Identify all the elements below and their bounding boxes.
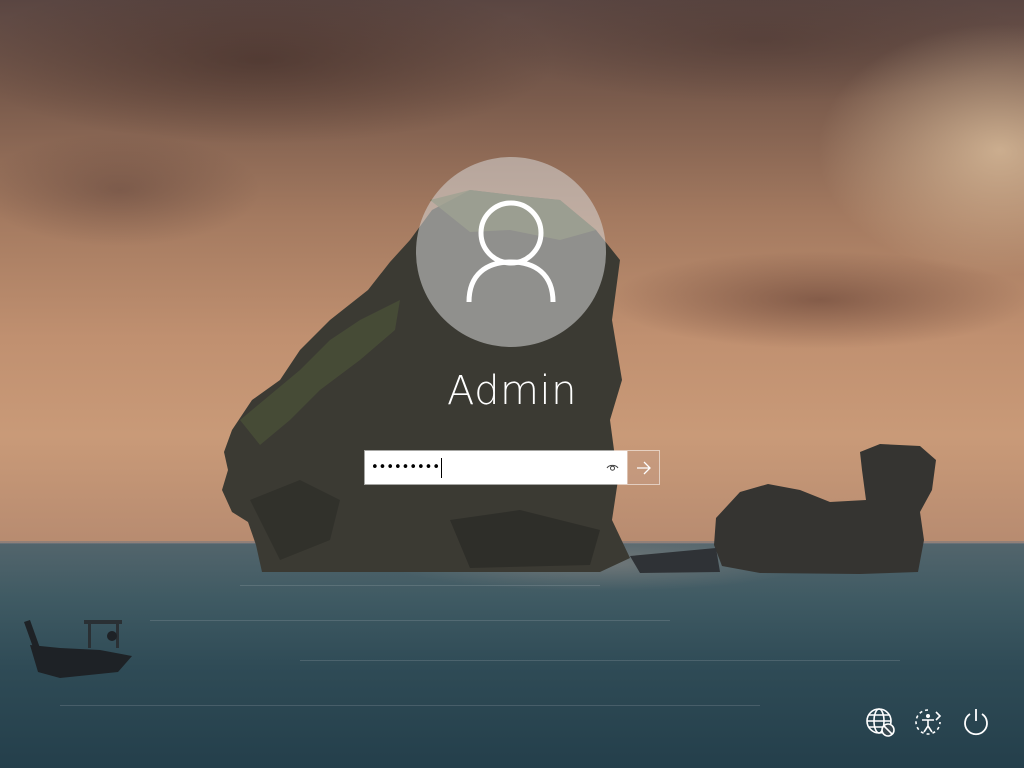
power-icon	[964, 709, 988, 736]
username-label: Admin	[447, 368, 577, 414]
accessibility-icon	[915, 709, 942, 735]
password-input[interactable]: •••••••••	[365, 451, 628, 484]
password-value: •••••••••	[371, 460, 441, 475]
network-icon	[866, 708, 895, 737]
submit-button[interactable]	[627, 451, 659, 484]
user-avatar	[416, 157, 606, 347]
network-button[interactable]	[863, 705, 897, 739]
user-icon	[466, 200, 556, 303]
power-button[interactable]	[959, 705, 993, 739]
arrow-right-icon	[636, 461, 651, 474]
eye-icon[interactable]	[606, 461, 619, 474]
accessibility-button[interactable]	[911, 705, 945, 739]
password-box: •••••••••	[364, 450, 660, 485]
text-caret	[441, 457, 443, 478]
